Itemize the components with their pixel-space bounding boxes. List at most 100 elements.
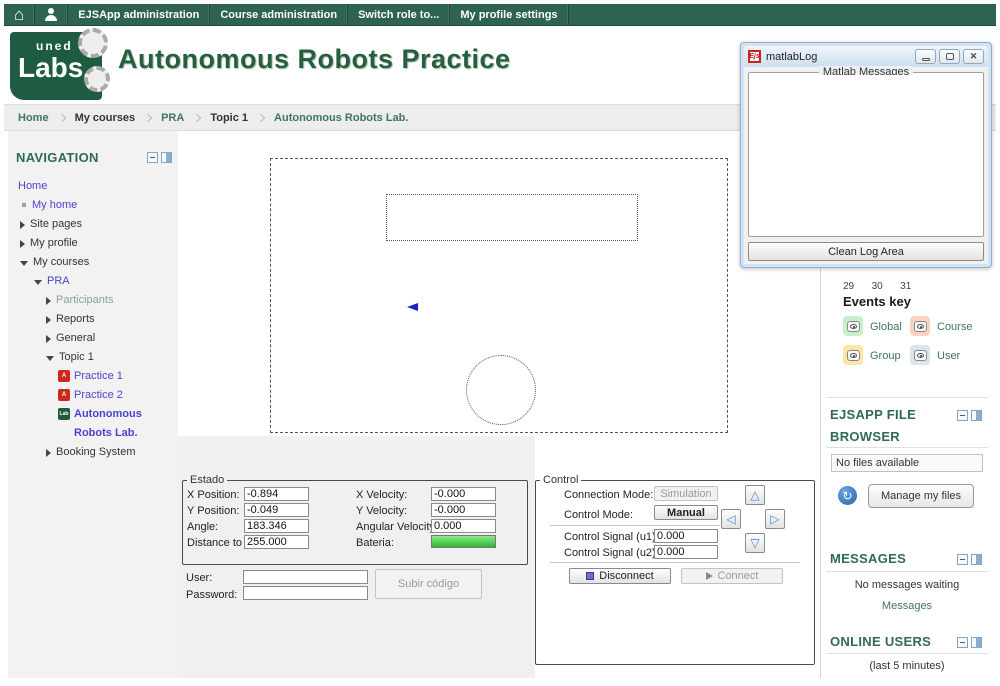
user-input[interactable]: [243, 570, 368, 584]
y-position-field[interactable]: -0.049: [244, 503, 309, 517]
calendar-day-30[interactable]: 30: [872, 281, 883, 292]
calendar-day-31[interactable]: 31: [900, 281, 911, 292]
clean-log-button[interactable]: Clean Log Area: [748, 242, 984, 261]
menu-course-administration[interactable]: Course administration: [210, 4, 348, 25]
control-signal-u2-field[interactable]: 0.000: [654, 545, 718, 559]
sidebar-item-my-courses[interactable]: My courses: [8, 253, 176, 272]
breadcrumb-topic-1[interactable]: Topic 1: [210, 112, 248, 124]
events-key-course[interactable]: Course: [937, 321, 972, 333]
expand-icon[interactable]: [20, 221, 25, 229]
close-button[interactable]: ✕: [963, 49, 984, 64]
disconnect-button[interactable]: Disconnect: [569, 568, 671, 584]
connect-button[interactable]: Connect: [681, 568, 783, 584]
y-velocity-field[interactable]: -0.000: [431, 503, 496, 517]
dock-icon[interactable]: [971, 554, 982, 565]
navigation-tree: Home My home Site pages My profile My co…: [8, 177, 176, 462]
matlablog-titlebar[interactable]: Ejs matlabLog ✕: [744, 46, 988, 67]
matlab-log-area[interactable]: [751, 75, 981, 234]
sidebar-item-booking-system[interactable]: Booking System: [8, 443, 176, 462]
estado-title: Estado: [187, 474, 227, 486]
matlablog-title: matlabLog: [766, 51, 912, 63]
minimize-button[interactable]: [915, 49, 936, 64]
angular-velocity-field[interactable]: 0.000: [431, 519, 496, 533]
dock-icon[interactable]: [971, 637, 982, 648]
breadcrumb-current: Autonomous Robots Lab.: [274, 112, 408, 124]
dock-icon[interactable]: [971, 410, 982, 421]
menu-ejsapp-administration[interactable]: EJSApp administration: [68, 4, 210, 25]
angle-field[interactable]: 183.346: [244, 519, 309, 533]
maximize-button[interactable]: [939, 49, 960, 64]
global-event-icon: [843, 316, 863, 336]
sidebar-item-general[interactable]: General: [8, 329, 176, 348]
robot-marker: [407, 303, 418, 311]
obstacle-circle: [466, 355, 536, 425]
arrow-right-button[interactable]: ▷: [765, 509, 785, 529]
gear-icon: [78, 28, 108, 58]
sidebar-item-practice-2[interactable]: APractice 2: [8, 386, 176, 405]
distance-field[interactable]: 255.000: [244, 535, 309, 549]
sidebar-item-home[interactable]: Home: [8, 177, 176, 196]
collapse-tree-icon[interactable]: [46, 356, 54, 361]
sidebar-item-my-profile[interactable]: My profile: [8, 234, 176, 253]
divider: [826, 571, 988, 572]
expand-icon[interactable]: [46, 449, 51, 457]
breadcrumb-home[interactable]: Home: [18, 112, 49, 124]
manage-files-button[interactable]: Manage my files: [868, 484, 974, 508]
expand-icon[interactable]: [46, 316, 51, 324]
control-panel: Control Connection Mode: Simulation Cont…: [535, 480, 815, 665]
collapse-icon[interactable]: [147, 152, 158, 163]
collapse-icon[interactable]: [957, 637, 968, 648]
upload-code-button[interactable]: Subir código: [375, 569, 482, 599]
sidebar-item-autonomous-robots-lab[interactable]: LabAutonomous Robots Lab.: [8, 405, 176, 443]
arrow-down-button[interactable]: ▽: [745, 533, 765, 553]
collapse-tree-icon[interactable]: [34, 280, 42, 285]
arrow-left-button[interactable]: ◁: [721, 509, 741, 529]
events-key-group[interactable]: Group: [870, 350, 901, 362]
lab-icon: Lab: [58, 408, 70, 420]
sidebar-item-my-home[interactable]: My home: [8, 196, 176, 215]
expand-icon[interactable]: [46, 297, 51, 305]
calendar-day-29[interactable]: 29: [843, 281, 854, 292]
connection-mode-label: Connection Mode:: [564, 489, 653, 501]
collapse-tree-icon[interactable]: [20, 261, 28, 266]
password-input[interactable]: [243, 586, 368, 600]
y-position-label: Y Position:: [187, 505, 239, 517]
expand-icon[interactable]: [20, 240, 25, 248]
events-key-global[interactable]: Global: [870, 321, 902, 333]
events-key-user[interactable]: User: [937, 350, 960, 362]
profile-button[interactable]: [35, 4, 68, 25]
eye-icon: [914, 350, 927, 361]
logo-text-uned: uned: [36, 39, 73, 53]
no-files-box: No files available: [831, 454, 983, 472]
sidebar-item-pra[interactable]: PRA: [8, 272, 176, 291]
sidebar-item-reports[interactable]: Reports: [8, 310, 176, 329]
breadcrumb-my-courses[interactable]: My courses: [75, 112, 136, 124]
control-signal-u1-field[interactable]: 0.000: [654, 529, 718, 543]
x-velocity-label: X Velocity:: [356, 489, 407, 501]
arrow-up-button[interactable]: △: [745, 485, 765, 505]
collapse-icon[interactable]: [957, 410, 968, 421]
messages-link[interactable]: Messages: [882, 600, 932, 612]
expand-icon[interactable]: [46, 335, 51, 343]
online-users-subtitle: (last 5 minutes): [826, 660, 988, 672]
sidebar-item-practice-1[interactable]: APractice 1: [8, 367, 176, 386]
control-mode-button[interactable]: Manual: [654, 505, 718, 520]
sidebar-item-topic-1[interactable]: Topic 1: [8, 348, 176, 367]
logo-text-labs: Labs: [18, 52, 83, 84]
matlablog-body: Matlab Messages Clean Log Area: [744, 67, 988, 264]
x-position-field[interactable]: -0.894: [244, 487, 309, 501]
x-velocity-field[interactable]: -0.000: [431, 487, 496, 501]
sidebar-item-participants[interactable]: Participants: [8, 291, 176, 310]
sidebar-item-site-pages[interactable]: Site pages: [8, 215, 176, 234]
matlablog-window[interactable]: Ejs matlabLog ✕ Matlab Messages Clean Lo…: [740, 42, 992, 268]
breadcrumb-pra[interactable]: PRA: [161, 112, 184, 124]
home-button[interactable]: ⌂: [4, 4, 35, 25]
menu-profile-settings[interactable]: My profile settings: [450, 4, 568, 25]
menu-switch-role[interactable]: Switch role to...: [348, 4, 450, 25]
divider: [826, 397, 988, 398]
dock-icon[interactable]: [161, 152, 172, 163]
connection-mode-button[interactable]: Simulation: [654, 486, 718, 501]
collapse-icon[interactable]: [957, 554, 968, 565]
refresh-icon[interactable]: ↻: [838, 486, 857, 505]
course-event-icon: [910, 316, 930, 336]
